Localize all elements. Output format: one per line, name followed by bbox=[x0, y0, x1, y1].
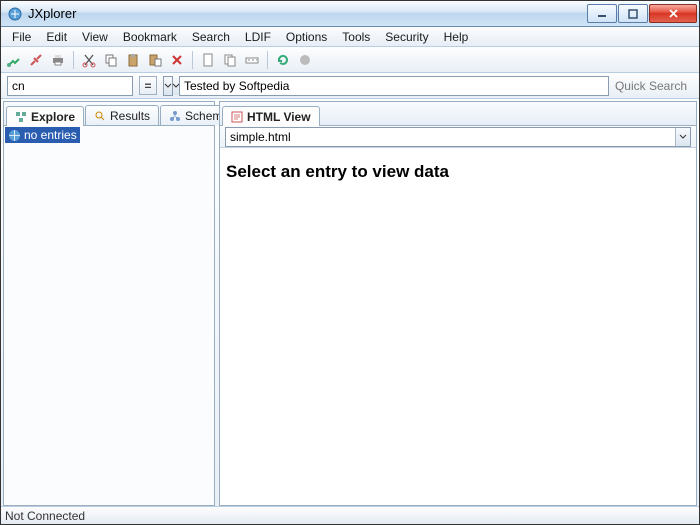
menu-options[interactable]: Options bbox=[279, 28, 334, 46]
tab-results[interactable]: Results bbox=[85, 105, 159, 125]
connect-button[interactable] bbox=[5, 51, 23, 69]
attribute-combo[interactable] bbox=[7, 76, 133, 96]
toolbar-sep bbox=[192, 51, 193, 69]
status-text: Not Connected bbox=[5, 509, 85, 523]
menu-file[interactable]: File bbox=[5, 28, 38, 46]
op-combo[interactable] bbox=[163, 76, 173, 96]
content-placeholder: Select an entry to view data bbox=[220, 148, 696, 196]
menu-tools[interactable]: Tools bbox=[335, 28, 377, 46]
tab-label: Results bbox=[110, 109, 150, 123]
stop-button[interactable] bbox=[296, 51, 314, 69]
menu-edit[interactable]: Edit bbox=[39, 28, 74, 46]
left-pane: Explore Results Schema no entries bbox=[3, 101, 215, 506]
tree-root-item[interactable]: no entries bbox=[5, 127, 80, 143]
menubar: File Edit View Bookmark Search LDIF Opti… bbox=[1, 27, 699, 47]
world-icon bbox=[8, 129, 21, 142]
tab-explore[interactable]: Explore bbox=[6, 106, 84, 126]
app-icon bbox=[7, 6, 23, 22]
content-view: Select an entry to view data bbox=[220, 148, 696, 505]
filter-input[interactable] bbox=[180, 77, 608, 95]
template-bar bbox=[220, 126, 696, 148]
tree-view[interactable]: no entries bbox=[4, 126, 214, 505]
equals-button[interactable]: = bbox=[139, 76, 157, 95]
maximize-button[interactable] bbox=[618, 4, 648, 23]
app-window: JXplorer File Edit View Bookmark Search … bbox=[0, 0, 700, 525]
menu-ldif[interactable]: LDIF bbox=[238, 28, 278, 46]
window-controls bbox=[586, 4, 697, 23]
copy-button[interactable] bbox=[102, 51, 120, 69]
template-combo[interactable] bbox=[225, 127, 691, 147]
tree-root-label: no entries bbox=[24, 128, 77, 142]
searchbar: = Quick Search bbox=[1, 73, 699, 99]
toolbar-sep bbox=[267, 51, 268, 69]
left-tabs: Explore Results Schema bbox=[4, 102, 214, 126]
menu-bookmark[interactable]: Bookmark bbox=[116, 28, 184, 46]
content-area: Explore Results Schema no entries bbox=[1, 99, 699, 506]
menu-search[interactable]: Search bbox=[185, 28, 237, 46]
html-icon bbox=[231, 111, 243, 123]
tab-label: Explore bbox=[31, 110, 75, 124]
new-button[interactable] bbox=[199, 51, 217, 69]
statusbar: Not Connected bbox=[1, 506, 699, 524]
refresh-button[interactable] bbox=[274, 51, 292, 69]
quick-search-label[interactable]: Quick Search bbox=[615, 79, 693, 93]
results-icon bbox=[94, 110, 106, 122]
minimize-button[interactable] bbox=[587, 4, 617, 23]
cut-button[interactable] bbox=[80, 51, 98, 69]
right-pane: HTML View Select an entry to view data bbox=[219, 101, 697, 506]
disconnect-button[interactable] bbox=[27, 51, 45, 69]
right-tabs: HTML View bbox=[220, 102, 696, 126]
filter-combo[interactable] bbox=[179, 76, 609, 96]
window-title: JXplorer bbox=[28, 6, 586, 21]
menu-security[interactable]: Security bbox=[378, 28, 435, 46]
chevron-down-icon[interactable] bbox=[164, 77, 172, 95]
print-button[interactable] bbox=[49, 51, 67, 69]
tree-icon bbox=[15, 111, 27, 123]
menu-help[interactable]: Help bbox=[437, 28, 476, 46]
template-input[interactable] bbox=[226, 128, 675, 146]
titlebar[interactable]: JXplorer bbox=[1, 1, 699, 27]
close-button[interactable] bbox=[649, 4, 697, 23]
delete-button[interactable] bbox=[168, 51, 186, 69]
toolbar bbox=[1, 47, 699, 73]
tab-label: HTML View bbox=[247, 110, 311, 124]
menu-view[interactable]: View bbox=[75, 28, 115, 46]
paste-button[interactable] bbox=[124, 51, 142, 69]
chevron-down-icon[interactable] bbox=[675, 128, 690, 146]
toolbar-sep bbox=[73, 51, 74, 69]
paste2-button[interactable] bbox=[146, 51, 164, 69]
rename-button[interactable] bbox=[221, 51, 239, 69]
schema-icon bbox=[169, 110, 181, 122]
rename2-button[interactable] bbox=[243, 51, 261, 69]
tab-html-view[interactable]: HTML View bbox=[222, 106, 320, 126]
